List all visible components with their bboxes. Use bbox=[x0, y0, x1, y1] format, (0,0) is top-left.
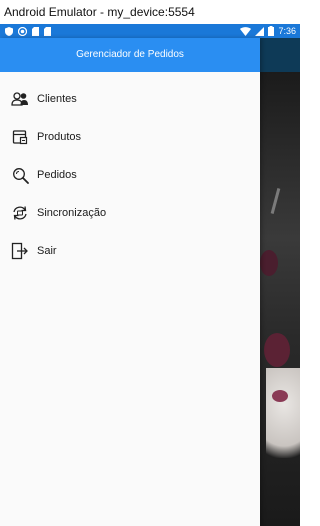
exit-icon bbox=[11, 242, 29, 260]
menu-item-pedidos[interactable]: Pedidos bbox=[0, 156, 260, 194]
sd-card-icon bbox=[32, 26, 39, 36]
menu-item-clientes[interactable]: Clientes bbox=[0, 80, 260, 118]
record-icon bbox=[18, 26, 27, 36]
drawer-menu: Clientes Produtos Pedidos Sincronização … bbox=[0, 72, 260, 270]
sim-card-icon bbox=[44, 26, 51, 36]
window-title: Android Emulator - my_device:5554 bbox=[0, 0, 300, 24]
menu-item-produtos[interactable]: Produtos bbox=[0, 118, 260, 156]
signal-icon bbox=[255, 26, 265, 36]
background-photo bbox=[260, 38, 300, 526]
battery-icon bbox=[268, 26, 275, 36]
search-orders-icon bbox=[11, 166, 29, 184]
product-box-icon bbox=[11, 128, 29, 146]
status-time: 7:36 bbox=[278, 26, 296, 36]
shield-icon bbox=[5, 26, 13, 36]
menu-item-label: Sair bbox=[37, 245, 57, 257]
menu-item-label: Clientes bbox=[37, 93, 77, 105]
navigation-drawer: Gerenciador de Pedidos Clientes Produtos… bbox=[0, 38, 260, 526]
notification-icons bbox=[5, 26, 51, 36]
users-icon bbox=[11, 90, 29, 108]
status-bar: 7:36 bbox=[0, 24, 300, 38]
menu-item-label: Sincronização bbox=[37, 207, 107, 219]
menu-item-sincronizacao[interactable]: Sincronização bbox=[0, 194, 260, 232]
drawer-header-title: Gerenciador de Pedidos bbox=[0, 38, 260, 72]
menu-item-sair[interactable]: Sair bbox=[0, 232, 260, 270]
menu-item-label: Produtos bbox=[37, 131, 82, 143]
sync-icon bbox=[11, 204, 29, 222]
menu-item-label: Pedidos bbox=[37, 169, 77, 181]
wifi-icon bbox=[240, 26, 252, 36]
